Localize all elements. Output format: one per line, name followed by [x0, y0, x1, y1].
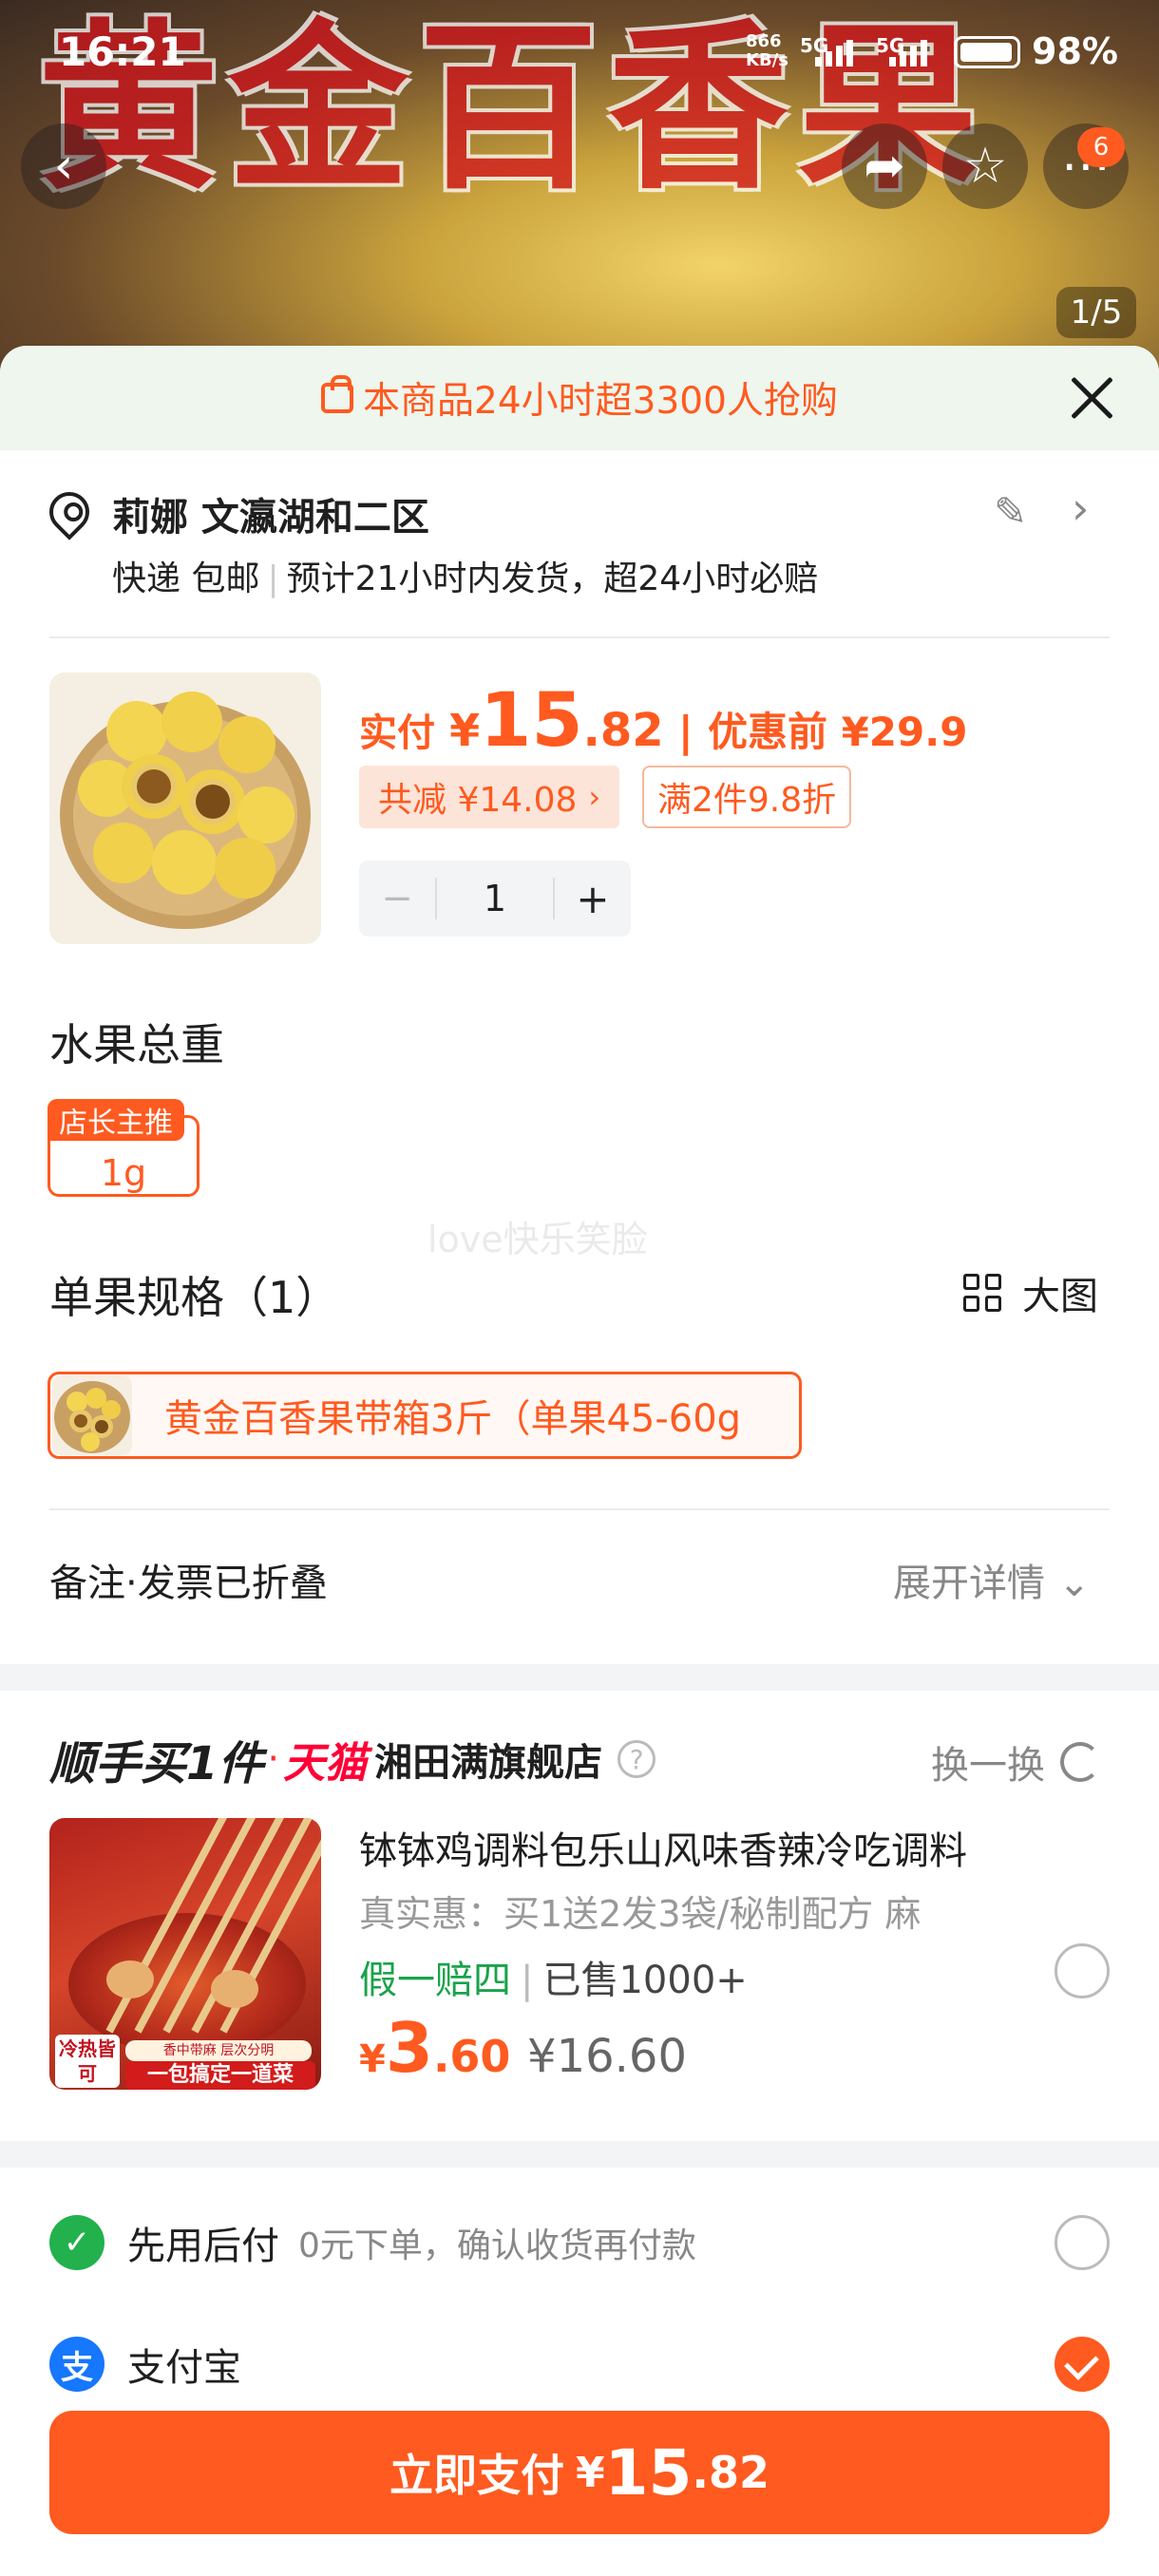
recommend-item[interactable]: 冷热皆可 香中带麻 层次分明 一包搞定一道菜 钵钵鸡调料包乐山风味香辣冷吃调料 …	[49, 1818, 1110, 2093]
image-page-indicator: 1/5	[1056, 287, 1136, 338]
promo-banner-text: 本商品24小时超3300人抢购	[363, 380, 838, 423]
recommend-brand: 顺手买1件	[49, 1737, 264, 1790]
refresh-icon	[1060, 1742, 1100, 1782]
share-button[interactable]: ➦	[842, 123, 927, 209]
network-speed: 866 KB/s	[746, 31, 788, 70]
payment-radio-selected[interactable]	[1054, 2337, 1110, 2392]
pay-now-button[interactable]: 立即支付 ¥15.82	[49, 2411, 1110, 2534]
battery-level: 98%	[1032, 30, 1118, 72]
payment-option-later[interactable]: ✓ 先用后付 0元下单，确认收货再付款	[49, 2209, 1110, 2276]
price-row: 实付 ¥15.82 | 优惠前 ¥29.9	[359, 678, 968, 764]
weight-option[interactable]: 店长主推 1g	[48, 1099, 200, 1197]
swap-button[interactable]: 换一换	[931, 1734, 1100, 1790]
product-summary: 实付 ¥15.82 | 优惠前 ¥29.9 共减 ¥14.08 › 满2件9.8折…	[49, 672, 1110, 948]
chevron-right-icon: ›	[588, 779, 601, 815]
share-icon: ➦	[864, 138, 905, 195]
thumb-label: 冷热皆可	[55, 2035, 120, 2088]
price-label: 实付	[359, 711, 435, 755]
recommend-guarantee: 假一赔四 | 已售1000+	[359, 1959, 748, 2002]
quantity-value[interactable]: 1	[435, 878, 555, 919]
spec-option[interactable]: 黄金百香果带箱3斤（单果45-60g	[48, 1372, 802, 1459]
cart-count-badge: 6	[1077, 127, 1125, 167]
divider	[49, 1508, 1110, 1510]
promo-tag: 满2件9.8折	[642, 766, 852, 828]
alipay-icon: 支	[49, 2337, 104, 2392]
recommend-select-radio[interactable]	[1054, 1943, 1110, 1998]
recommend-badge: 店长主推	[48, 1099, 184, 1141]
signal-icon	[815, 38, 861, 66]
help-icon[interactable]: ?	[618, 1740, 656, 1778]
status-bar: 16:21 866 KB/s 5G 5G 98%	[0, 0, 1159, 104]
location-pin-icon	[41, 483, 98, 540]
decrease-button[interactable]: −	[359, 877, 435, 920]
thumb-label: 一包搞定一道菜	[125, 2061, 315, 2090]
shipping-method: 快递 包邮	[112, 559, 260, 598]
thumb-label: 香中带麻 层次分明	[125, 2040, 312, 2061]
recommend-title: 钵钵鸡调料包乐山风味香辣冷吃调料	[359, 1829, 967, 1873]
divider	[49, 636, 1110, 638]
discount-tag[interactable]: 共减 ¥14.08 ›	[359, 766, 620, 828]
increase-button[interactable]: +	[555, 876, 631, 922]
original-price: 优惠前 ¥29.9	[707, 709, 968, 755]
chevron-left-icon: ‹	[53, 138, 74, 195]
watermark: love快乐笑脸	[428, 1219, 648, 1260]
expand-details-button[interactable]: 展开详情 ⌄	[893, 1552, 1091, 1607]
back-button[interactable]: ‹	[21, 123, 106, 209]
payment-radio[interactable]	[1054, 2215, 1110, 2270]
weight-option-label: 1g	[100, 1152, 147, 1194]
price-decimal: .82	[582, 704, 664, 757]
section-gap	[0, 1664, 1159, 1691]
recommend-thumbnail: 冷热皆可 香中带麻 层次分明 一包搞定一道菜	[49, 1818, 321, 2090]
pay-later-icon: ✓	[49, 2215, 104, 2270]
star-icon: ☆	[962, 138, 1008, 195]
tmall-logo: 天猫	[283, 1739, 368, 1788]
address-section[interactable]: 莉娜 文瀛湖和二区 ✎ › 快递 包邮 | 预计21小时内发货，超24小时必赔	[41, 483, 1110, 616]
weight-title: 水果总重	[49, 1019, 224, 1070]
recommend-price: ¥3.60 ¥16.60	[359, 2008, 687, 2088]
spec-option-label: 黄金百香果带箱3斤（单果45-60g	[164, 1397, 742, 1441]
big-view-button[interactable]: 大图	[963, 1265, 1098, 1320]
status-time: 16:21	[59, 28, 186, 75]
chevron-right-icon[interactable]: ›	[1072, 483, 1089, 534]
sold-count: 已售1000+	[542, 1959, 748, 2002]
spec-thumbnail	[52, 1375, 132, 1455]
recommend-subtitle: 真实惠：买1送2发3袋/秘制配方 麻	[359, 1893, 922, 1935]
recommend-original-price: ¥16.60	[527, 2030, 687, 2083]
edit-icon[interactable]: ✎	[994, 488, 1027, 535]
shipping-info: 快递 包邮 | 预计21小时内发货，超24小时必赔	[112, 559, 819, 598]
close-icon[interactable]	[1068, 374, 1115, 422]
product-hero-image[interactable]: 黄金百香果 16:21 866 KB/s 5G 5G 98% ‹ ➦ ☆ ⋯ 6…	[0, 0, 1159, 380]
signal-icon	[889, 38, 935, 66]
payment-option-alipay[interactable]: 支 支付宝	[49, 2331, 1110, 2397]
product-thumbnail[interactable]	[49, 672, 321, 944]
big-view-label: 大图	[1022, 1275, 1098, 1318]
battery-icon	[954, 36, 1020, 68]
price-integer: 15	[480, 678, 583, 764]
section-gap	[0, 2141, 1159, 2168]
promo-banner: 本商品24小时超3300人抢购	[0, 346, 1159, 450]
recommend-header: 顺手买1件 · 天猫 湘田满旗舰店 ?	[49, 1731, 656, 1790]
shopping-bag-icon	[321, 375, 354, 413]
address-name: 莉娜 文瀛湖和二区	[112, 496, 429, 540]
spec-title: 单果规格（1）	[49, 1272, 340, 1323]
favorite-button[interactable]: ☆	[942, 123, 1028, 209]
order-sheet: 本商品24小时超3300人抢购 莉娜 文瀛湖和二区 ✎ › 快递 包邮 | 预计21…	[0, 346, 1159, 2576]
grid-icon	[963, 1274, 1001, 1312]
delivery-estimate: 预计21小时内发货，超24小时必赔	[286, 559, 819, 598]
remark-label: 备注·发票已折叠	[49, 1562, 328, 1605]
currency-symbol: ¥	[449, 705, 481, 756]
chevron-down-icon: ⌄	[1058, 1562, 1091, 1605]
quantity-stepper: − 1 +	[359, 861, 631, 937]
shop-name[interactable]: 湘田满旗舰店	[374, 1732, 602, 1787]
